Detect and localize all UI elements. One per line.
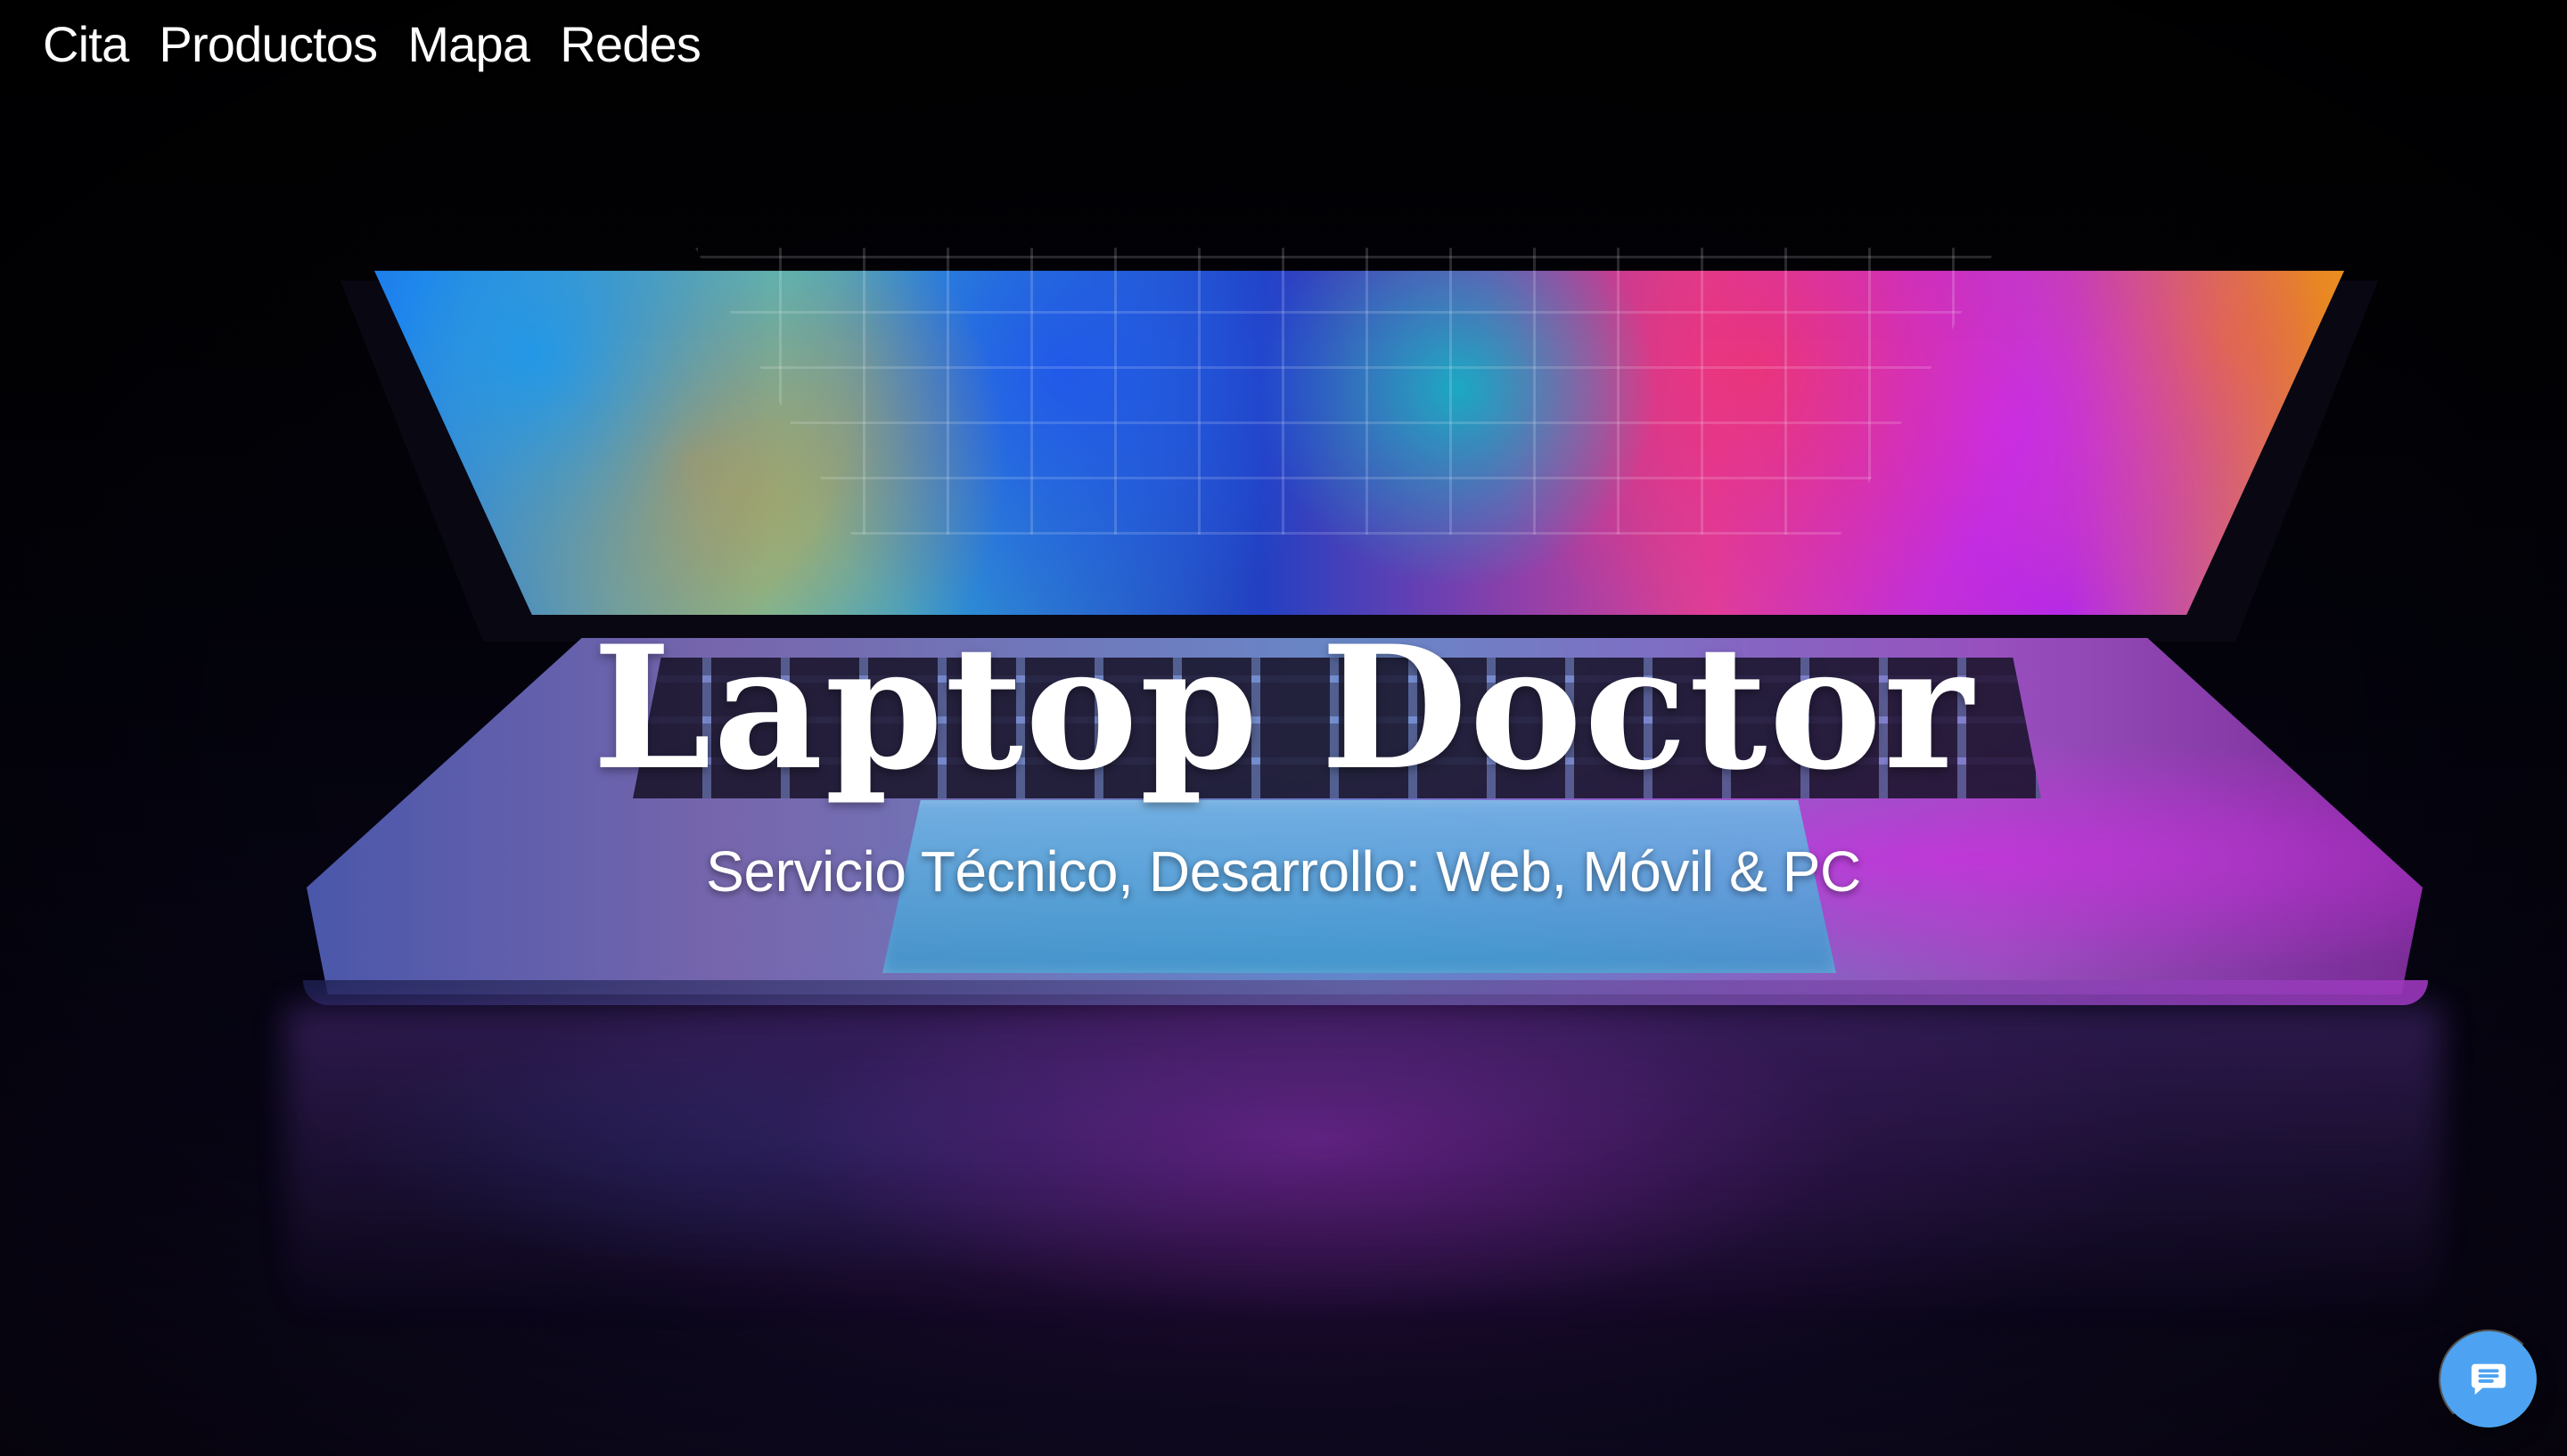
top-navigation: Cita Productos Mapa Redes: [43, 12, 701, 77]
nav-link-productos[interactable]: Productos: [159, 12, 378, 77]
brand-title: Laptop Doctor: [592, 609, 1975, 807]
chat-bubble-icon: [2471, 1363, 2506, 1395]
nav-link-mapa[interactable]: Mapa: [407, 12, 530, 77]
hero-section: Cita Productos Mapa Redes Laptop Doctor …: [0, 0, 2567, 1456]
nav-link-cita[interactable]: Cita: [43, 12, 129, 77]
chat-button[interactable]: [2439, 1329, 2538, 1429]
hero-text: Laptop Doctor Servicio Técnico, Desarrol…: [0, 606, 2567, 907]
nav-link-redes[interactable]: Redes: [560, 12, 701, 77]
keyboard-reflection: [695, 248, 1997, 535]
hero-subtitle: Servicio Técnico, Desarrollo: Web, Móvil…: [706, 839, 1861, 904]
desk-reflection: [285, 1005, 2442, 1326]
laptop-front-edge: [303, 980, 2428, 1005]
